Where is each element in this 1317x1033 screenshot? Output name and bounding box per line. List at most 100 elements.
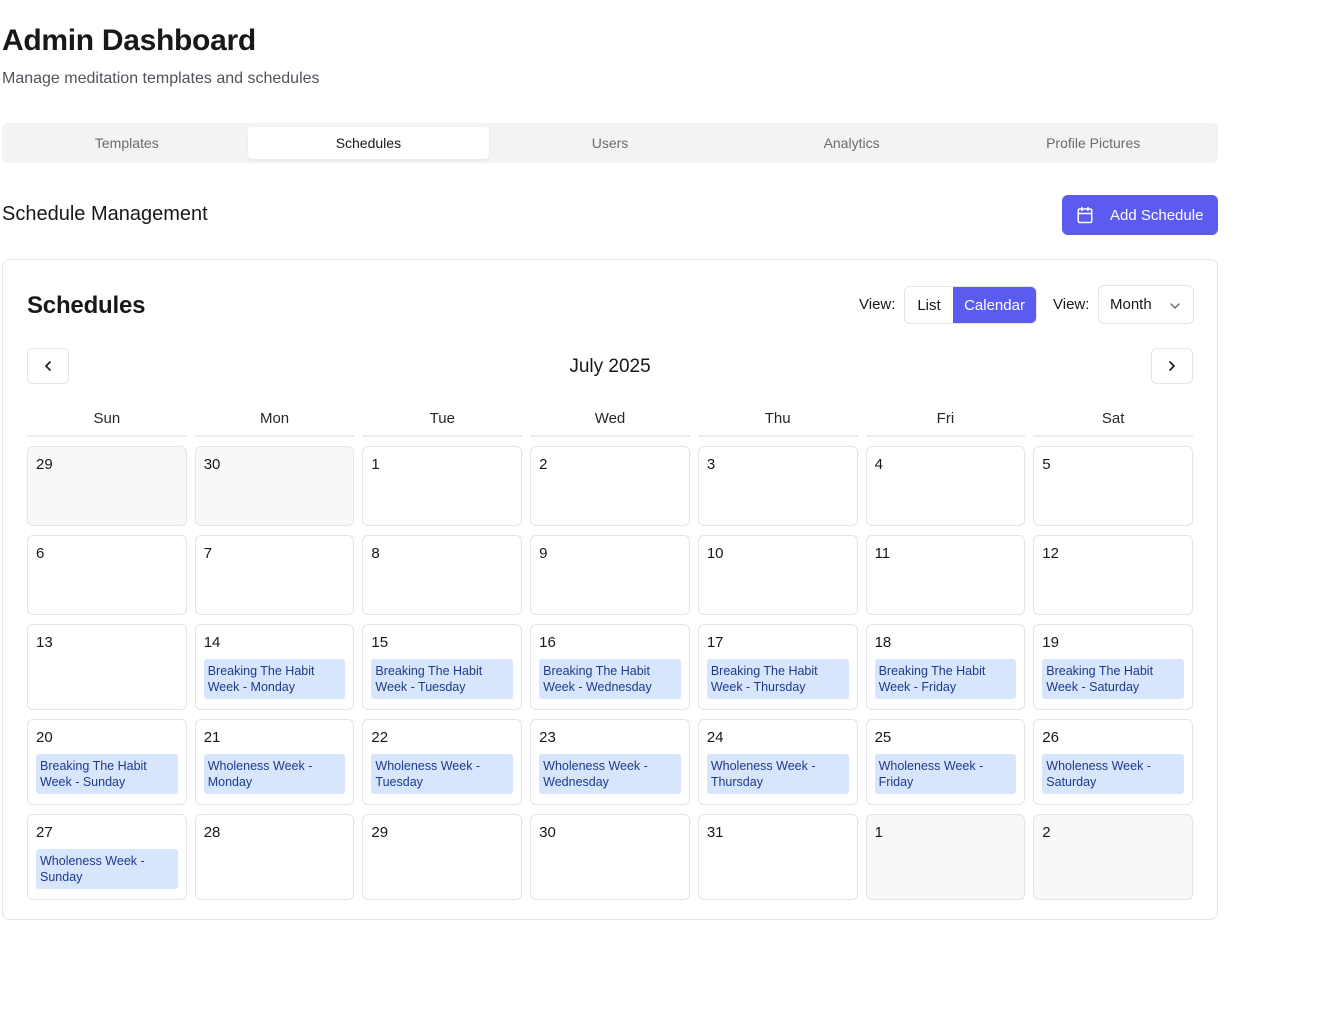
calendar-day-cell[interactable]: 6 xyxy=(27,535,187,615)
tab-schedules[interactable]: Schedules xyxy=(247,127,490,159)
calendar-day-cell[interactable]: 10 xyxy=(697,535,858,615)
calendar-day-cell[interactable]: 5 xyxy=(1033,446,1193,526)
calendar-day-cell[interactable]: 3 xyxy=(697,446,858,526)
day-number: 20 xyxy=(36,729,53,746)
calendar-week-row: 29 30 1 2 3 4 5 xyxy=(27,446,1193,526)
weekday-sun: Sun xyxy=(27,406,187,437)
day-number: 16 xyxy=(539,634,556,651)
day-number: 22 xyxy=(371,729,389,746)
schedule-event[interactable]: Wholeness Week - Monday xyxy=(203,754,346,794)
calendar-day-cell[interactable]: 19 Breaking The Habit Week - Saturday xyxy=(1033,624,1193,710)
day-number: 31 xyxy=(706,824,724,841)
list-view-button[interactable]: List xyxy=(905,287,953,323)
page-title: Admin Dashboard xyxy=(2,24,256,57)
card-title: Schedules xyxy=(27,292,146,319)
chevron-down-icon xyxy=(1170,303,1180,309)
calendar-day-cell[interactable]: 22 Wholeness Week - Tuesday xyxy=(362,719,523,805)
tab-profile-pictures[interactable]: Profile Pictures xyxy=(972,127,1214,159)
calendar-day-cell[interactable]: 1 xyxy=(362,446,523,526)
calendar-day-cell[interactable]: 27 Wholeness Week - Sunday xyxy=(27,814,187,900)
next-month-button[interactable] xyxy=(1151,348,1193,384)
schedule-event[interactable]: Breaking The Habit Week - Saturday xyxy=(1042,659,1184,699)
calendar-day-cell[interactable]: 1 xyxy=(865,814,1026,900)
calendar-view-button[interactable]: Calendar xyxy=(953,287,1036,323)
tab-templates[interactable]: Templates xyxy=(6,127,248,159)
calendar-day-cell[interactable]: 29 xyxy=(27,446,187,526)
calendar-day-cell[interactable]: 21 Wholeness Week - Monday xyxy=(194,719,355,805)
tab-users[interactable]: Users xyxy=(489,127,731,159)
day-number: 4 xyxy=(874,456,883,473)
calendar-day-cell[interactable]: 13 xyxy=(27,624,187,710)
chevron-right-icon xyxy=(1169,361,1175,371)
weekday-fri: Fri xyxy=(865,406,1026,437)
schedule-event[interactable]: Wholeness Week - Tuesday xyxy=(371,754,514,794)
tab-analytics[interactable]: Analytics xyxy=(731,127,973,159)
calendar-day-cell[interactable]: 31 xyxy=(697,814,858,900)
calendar-day-cell[interactable]: 29 xyxy=(362,814,523,900)
add-schedule-label: Add Schedule xyxy=(1110,206,1204,224)
calendar-day-cell[interactable]: 16 Breaking The Habit Week - Wednesday xyxy=(530,624,690,710)
day-number: 1 xyxy=(874,824,883,841)
day-number: 5 xyxy=(1042,456,1051,473)
calendar-day-cell[interactable]: 15 Breaking The Habit Week - Tuesday xyxy=(362,624,523,710)
day-number: 29 xyxy=(36,456,53,473)
day-number: 19 xyxy=(1042,634,1059,651)
day-number: 30 xyxy=(539,824,556,841)
calendar-day-cell[interactable]: 2 xyxy=(1033,814,1193,900)
schedule-event[interactable]: Breaking The Habit Week - Friday xyxy=(874,659,1017,699)
tab-bar: Templates Schedules Users Analytics Prof… xyxy=(2,123,1218,163)
schedule-event[interactable]: Wholeness Week - Thursday xyxy=(706,754,849,794)
calendar-weeks: 29 30 1 2 3 4 5 6 7 8 9 10 11 12 13 14 Breaking The Habi… xyxy=(27,446,1193,900)
schedule-event[interactable]: Wholeness Week - Wednesday xyxy=(539,754,681,794)
schedule-event[interactable]: Wholeness Week - Sunday xyxy=(36,849,178,889)
day-number: 13 xyxy=(36,634,53,651)
calendar-day-cell[interactable]: 14 Breaking The Habit Week - Monday xyxy=(194,624,355,710)
calendar-day-cell[interactable]: 4 xyxy=(865,446,1026,526)
view-mode-toggle: List Calendar xyxy=(904,286,1037,324)
calendar-week-row: 13 14 Breaking The Habit Week - Monday 15 Br… xyxy=(27,624,1193,710)
schedule-event[interactable]: Breaking The Habit Week - Tuesday xyxy=(371,659,514,699)
schedule-event[interactable]: Wholeness Week - Friday xyxy=(874,754,1017,794)
calendar-day-cell[interactable]: 25 Wholeness Week - Friday xyxy=(865,719,1026,805)
calendar-day-cell[interactable]: 30 xyxy=(530,814,690,900)
view-mode-label: View: xyxy=(859,296,896,313)
calendar-icon xyxy=(1077,206,1093,224)
schedule-event[interactable]: Breaking The Habit Week - Sunday xyxy=(36,754,178,794)
calendar-day-cell[interactable]: 18 Breaking The Habit Week - Friday xyxy=(865,624,1026,710)
calendar-day-cell[interactable]: 23 Wholeness Week - Wednesday xyxy=(530,719,690,805)
day-number: 11 xyxy=(874,545,891,562)
calendar-day-cell[interactable]: 30 xyxy=(194,446,355,526)
calendar-day-cell[interactable]: 28 xyxy=(194,814,355,900)
view-range-label: View: xyxy=(1053,296,1090,313)
schedules-card: Schedules View: List Calendar View: Mont… xyxy=(2,259,1218,920)
calendar-day-cell[interactable]: 24 Wholeness Week - Thursday xyxy=(697,719,858,805)
calendar-day-cell[interactable]: 20 Breaking The Habit Week - Sunday xyxy=(27,719,187,805)
weekday-mon: Mon xyxy=(194,406,355,437)
schedule-event[interactable]: Breaking The Habit Week - Wednesday xyxy=(539,659,681,699)
calendar-day-cell[interactable]: 17 Breaking The Habit Week - Thursday xyxy=(697,624,858,710)
day-number: 17 xyxy=(706,634,724,651)
schedule-event[interactable]: Breaking The Habit Week - Monday xyxy=(203,659,346,699)
day-number: 9 xyxy=(539,545,548,562)
calendar-day-cell[interactable]: 9 xyxy=(530,535,690,615)
day-number: 27 xyxy=(36,824,53,841)
weekday-wed: Wed xyxy=(530,406,690,437)
schedule-event[interactable]: Wholeness Week - Saturday xyxy=(1042,754,1184,794)
calendar-day-cell[interactable]: 2 xyxy=(530,446,690,526)
day-number: 3 xyxy=(706,456,716,473)
schedule-event[interactable]: Breaking The Habit Week - Thursday xyxy=(706,659,849,699)
day-number: 21 xyxy=(203,729,221,746)
calendar-day-cell[interactable]: 8 xyxy=(362,535,523,615)
calendar-day-cell[interactable]: 11 xyxy=(865,535,1026,615)
add-schedule-button[interactable]: Add Schedule xyxy=(1062,195,1218,235)
calendar-week-row: 27 Wholeness Week - Sunday 28 29 30 31 1 2 xyxy=(27,814,1193,900)
day-number: 24 xyxy=(706,729,724,746)
calendar-day-cell[interactable]: 12 xyxy=(1033,535,1193,615)
day-number: 23 xyxy=(539,729,556,746)
calendar-day-cell[interactable]: 7 xyxy=(194,535,355,615)
day-number: 2 xyxy=(1042,824,1051,841)
section-title: Schedule Management xyxy=(2,203,208,225)
view-range-select[interactable]: Month xyxy=(1098,285,1194,324)
calendar-day-cell[interactable]: 26 Wholeness Week - Saturday xyxy=(1033,719,1193,805)
day-number: 30 xyxy=(203,456,221,473)
